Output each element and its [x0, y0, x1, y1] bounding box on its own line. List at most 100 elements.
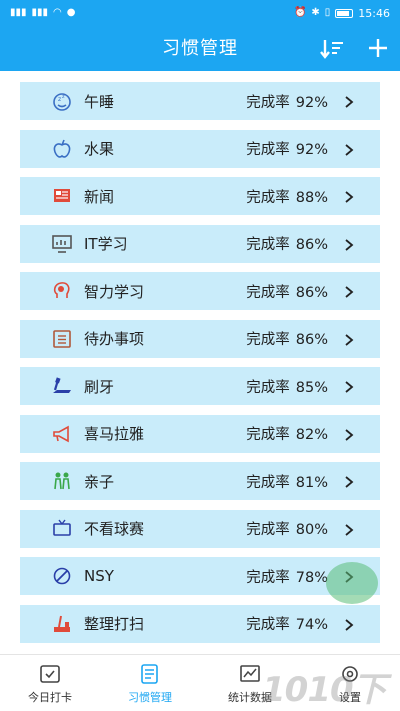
completion-rate-label: 完成率 [246, 569, 290, 586]
chevron-right-icon [342, 332, 356, 346]
habit-completion: 完成率 86% [246, 233, 328, 254]
habit-list: z z 午睡 完成率 92% 水果 完成率 92% 新闻 完成率 88% IT学习 完成率 86% 智力学习… [20, 82, 380, 652]
completion-rate-value: 88% [295, 189, 328, 206]
chevron-right-icon [342, 237, 356, 251]
habit-name: 刷牙 [84, 377, 115, 396]
signal-icon-2: ▮▮▮ [31, 7, 49, 18]
nap-icon: zz [50, 89, 74, 113]
nav-label-statistics: 统计数据 [228, 691, 272, 704]
toothbrush-icon [50, 374, 74, 398]
nav-item-habit-manage[interactable]: 习惯管理 [100, 655, 200, 711]
chevron-right-icon [342, 569, 356, 583]
completion-rate-label: 完成率 [246, 142, 290, 158]
completion-rate-value: 86% [295, 284, 328, 301]
habit-name: 水果 [84, 140, 115, 158]
brain-icon [50, 279, 74, 303]
nav-label-settings: 设置 [339, 691, 361, 704]
vibrate-icon: ▯ [324, 7, 331, 18]
habit-name: 午睡 [84, 92, 115, 111]
habit-row[interactable]: z z 午睡 完成率 92% [20, 82, 380, 120]
habit-row[interactable]: 智力学习 完成率 86% [20, 272, 380, 310]
habit-row[interactable]: 新闻 完成率 88% [20, 177, 380, 215]
status-bar: ▮▮▮ ▮▮▮ ◠ ● ⏰ ✱ ▯ 15:46 [0, 0, 400, 26]
completion-rate-value: 86% [295, 332, 328, 348]
habit-name: 待办事项 [84, 330, 145, 348]
chevron-right-icon [342, 617, 356, 631]
habit-name: 整理打扫 [84, 615, 145, 633]
monitor-icon [50, 232, 74, 256]
battery-icon [335, 8, 354, 18]
habit-row[interactable]: 刷牙 完成率 85% [20, 367, 380, 405]
completion-rate-label: 完成率 [246, 94, 290, 111]
sort-icon [320, 40, 343, 59]
status-time: 15:46 [358, 6, 390, 20]
sort-button[interactable] [320, 38, 344, 60]
chevron-right-icon [342, 94, 356, 108]
chevron-right-icon [342, 142, 356, 156]
svg-text:z: z [62, 94, 65, 100]
nav-item-settings[interactable]: 设置 [300, 655, 400, 711]
checklist-icon [50, 327, 74, 351]
chevron-right-icon [342, 284, 356, 298]
app-bar: 习惯管理 [0, 26, 400, 71]
habit-row[interactable]: IT学习 完成率 86% [20, 224, 380, 263]
completion-rate-label: 完成率 [246, 427, 290, 443]
habit-row[interactable]: 喜马拉雅 完成率 82% [20, 414, 380, 453]
habit-row[interactable]: NSY 完成率 78% [20, 557, 380, 595]
habit-row[interactable]: 待办事项 完成率 86% [20, 319, 380, 358]
habit-completion: 完成率 86% [246, 328, 328, 349]
wifi-icon: ◠ [53, 7, 62, 18]
habit-completion: 完成率 86% [246, 281, 328, 302]
plus-icon [369, 39, 387, 57]
completion-rate-value: 92% [295, 94, 328, 111]
add-habit-button[interactable] [366, 36, 390, 60]
completion-rate-value: 86% [295, 237, 328, 253]
habit-completion: 完成率 88% [246, 186, 328, 207]
habit-completion: 完成率 80% [246, 518, 328, 539]
status-right: ⏰ ✱ ▯ 15:46 [294, 7, 390, 20]
bottom-nav: 今日打卡 习惯管理 统计数据 设置 [0, 654, 400, 711]
completion-rate-value: 85% [295, 379, 328, 396]
completion-rate-value: 74% [295, 617, 328, 633]
settings-icon [342, 666, 358, 682]
completion-rate-label: 完成率 [246, 522, 290, 538]
completion-rate-value: 82% [295, 427, 328, 443]
habit-row[interactable]: 整理打扫 完成率 74% [20, 604, 380, 643]
completion-rate-label: 完成率 [246, 189, 290, 206]
chevron-right-icon [342, 522, 356, 536]
status-left: ▮▮▮ ▮▮▮ ◠ ● [10, 8, 76, 18]
completion-rate-label: 完成率 [246, 332, 290, 348]
completion-rate-value: 81% [295, 474, 328, 491]
habit-name: 喜马拉雅 [84, 425, 145, 443]
habit-name: NSY [84, 567, 114, 585]
habit-completion: 完成率 92% [246, 91, 328, 112]
habit-name: 智力学习 [84, 282, 145, 301]
habit-row[interactable]: 水果 完成率 92% [20, 129, 380, 168]
nav-item-statistics[interactable]: 统计数据 [200, 655, 300, 711]
habit-completion: 完成率 78% [246, 566, 328, 587]
habit-name: 亲子 [84, 472, 115, 491]
alarm-icon: ⏰ [293, 7, 307, 18]
megaphone-icon [50, 422, 74, 446]
habit-completion: 完成率 74% [246, 613, 328, 634]
completion-rate-label: 完成率 [246, 237, 290, 253]
tv-icon [50, 517, 74, 541]
completion-rate-label: 完成率 [246, 474, 290, 491]
completion-rate-label: 完成率 [246, 617, 290, 633]
nav-label-checkin: 今日打卡 [28, 691, 72, 704]
apple-icon [50, 137, 74, 161]
completion-rate-label: 完成率 [246, 379, 290, 396]
statistics-icon [240, 665, 260, 682]
checkin-icon [40, 665, 60, 683]
habit-manage-icon [141, 664, 158, 684]
nav-label-habit-manage: 习惯管理 [128, 691, 172, 704]
habit-row[interactable]: 不看球赛 完成率 80% [20, 509, 380, 548]
family-icon [50, 469, 74, 493]
habit-row[interactable]: 亲子 完成率 81% [20, 462, 380, 500]
chevron-right-icon [342, 474, 356, 488]
habit-name: 不看球赛 [84, 520, 145, 538]
completion-rate-value: 92% [295, 142, 328, 158]
cleaning-icon [50, 612, 74, 636]
nav-item-checkin[interactable]: 今日打卡 [0, 655, 100, 711]
chevron-right-icon [342, 379, 356, 393]
